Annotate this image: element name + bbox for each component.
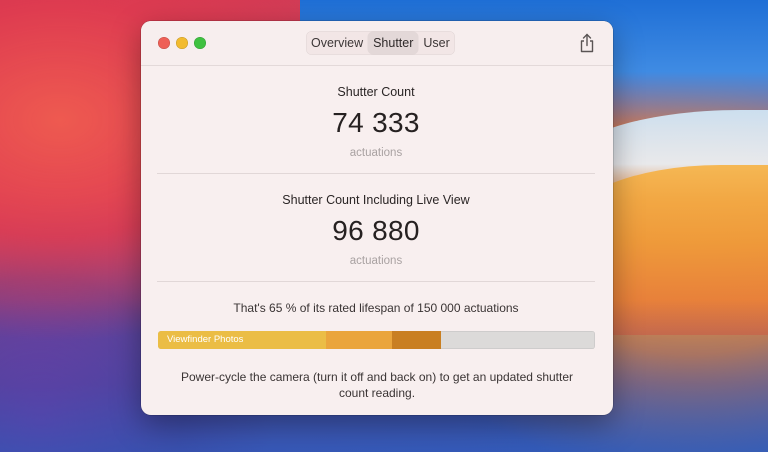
- shutter-count-section: Shutter Count 74 333 actuations: [157, 85, 595, 159]
- shutter-count-unit: actuations: [349, 147, 403, 159]
- share-button[interactable]: [578, 33, 596, 53]
- usage-bar-segment: [392, 331, 441, 349]
- app-window: Overview Shutter User Shutter Count 74 3…: [141, 21, 613, 415]
- shutter-count-value: 74 333: [332, 107, 420, 138]
- shutter-count-title: Shutter Count: [337, 85, 415, 99]
- power-cycle-note: Power-cycle the camera (turn it off and …: [181, 370, 573, 400]
- view-tabs: Overview Shutter User: [306, 31, 455, 55]
- share-icon: [580, 33, 594, 53]
- lifespan-text: That's 65 % of its rated lifespan of 150…: [233, 301, 519, 315]
- tab-shutter[interactable]: Shutter: [368, 32, 419, 54]
- tab-user[interactable]: User: [418, 32, 454, 54]
- usage-bar-label: Viewfinder Photos: [167, 334, 244, 345]
- title-bar: Overview Shutter User: [141, 21, 613, 66]
- live-view-count-unit: actuations: [349, 255, 403, 267]
- tab-overview[interactable]: Overview: [306, 32, 368, 54]
- divider: [157, 281, 595, 282]
- close-window-button[interactable]: [158, 37, 170, 49]
- live-view-count-value: 96 880: [332, 215, 420, 246]
- minimize-window-button[interactable]: [176, 37, 188, 49]
- divider: [157, 173, 595, 174]
- usage-bar-segment: [326, 331, 392, 349]
- live-view-count-title: Shutter Count Including Live View: [282, 193, 470, 207]
- usage-bar: Viewfinder Photos: [158, 331, 595, 349]
- live-view-count-section: Shutter Count Including Live View 96 880…: [157, 193, 595, 267]
- maximize-window-button[interactable]: [194, 37, 206, 49]
